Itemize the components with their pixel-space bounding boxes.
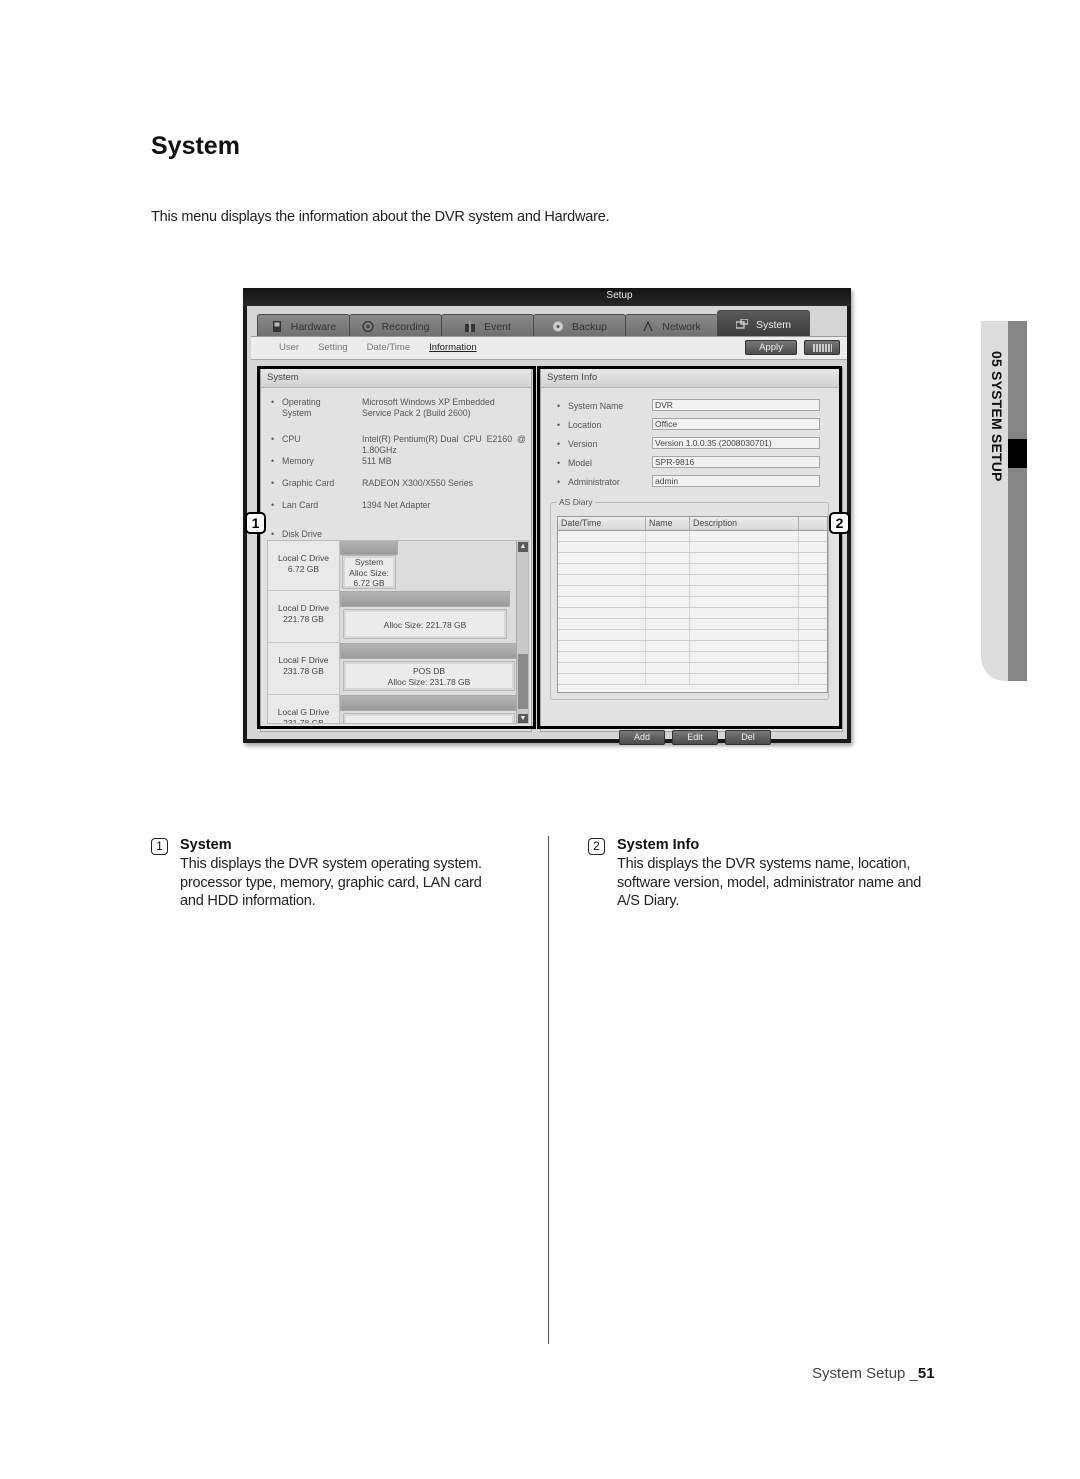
tab-recording[interactable]: Recording (349, 314, 442, 338)
add-button[interactable]: Add (619, 730, 665, 745)
tab-label: Recording (381, 320, 430, 333)
chapter-label: 05 SYSTEM SETUP (989, 351, 1005, 482)
tab-label: Event (484, 320, 511, 333)
tab-network[interactable]: Network (625, 314, 718, 338)
backup-icon (552, 321, 564, 332)
setup-body: Hardware Recording Event Backup Network … (247, 306, 847, 745)
window-title: Setup (243, 288, 851, 306)
tab-label: Hardware (290, 320, 337, 333)
keyboard-icon (813, 344, 832, 352)
chapter-side-tab: 05 SYSTEM SETUP (981, 321, 1027, 681)
page-number: 51 (917, 1365, 935, 1382)
system-icon (735, 318, 749, 330)
description-number: 1 (151, 838, 168, 855)
intro-text: This menu displays the information about… (151, 209, 610, 225)
tab-backup[interactable]: Backup (533, 314, 626, 338)
hardware-icon (271, 321, 283, 332)
callout-frame-1 (257, 366, 536, 729)
recording-icon (361, 320, 374, 333)
subtab-user[interactable]: User (279, 342, 299, 353)
tab-event[interactable]: Event (441, 314, 534, 338)
chapter-marker (1008, 439, 1027, 468)
description-body: This displays the DVR systems name, loca… (617, 856, 922, 909)
callout-badge-1: 1 (245, 512, 266, 534)
subtab-date-time[interactable]: Date/Time (367, 342, 410, 353)
sub-navigation-bar: User Setting Date/Time Information Apply (251, 336, 847, 360)
tab-label: System (755, 318, 791, 331)
subtab-setting[interactable]: Setting (318, 342, 348, 353)
footer-section: System Setup _ (812, 1365, 918, 1382)
keyboard-button[interactable] (804, 340, 840, 355)
page-title: System (151, 132, 240, 160)
tab-system[interactable]: System (717, 310, 810, 338)
description-title: System (180, 837, 232, 853)
description-title: System Info (617, 837, 700, 853)
callout-badge-2: 2 (829, 512, 850, 534)
tab-label: Backup (571, 320, 608, 333)
event-icon (464, 321, 476, 332)
network-icon (642, 320, 654, 332)
edit-button[interactable]: Edit (672, 730, 718, 745)
tab-hardware[interactable]: Hardware (257, 314, 350, 338)
dvr-setup-screen: Setup Hardware Recording Event Backup Ne… (243, 288, 851, 745)
subtab-information[interactable]: Information (429, 342, 477, 353)
tab-label: Network (662, 320, 701, 333)
description-number: 2 (588, 838, 605, 855)
del-button[interactable]: Del (725, 730, 771, 745)
description-body: This displays the DVR system operating s… (180, 856, 482, 909)
page-footer: System Setup _51 (812, 1365, 935, 1382)
column-divider (548, 836, 549, 1344)
apply-button[interactable]: Apply (745, 340, 797, 355)
main-tabs: Hardware Recording Event Backup Network … (257, 310, 810, 338)
callout-frame-2 (537, 366, 842, 729)
